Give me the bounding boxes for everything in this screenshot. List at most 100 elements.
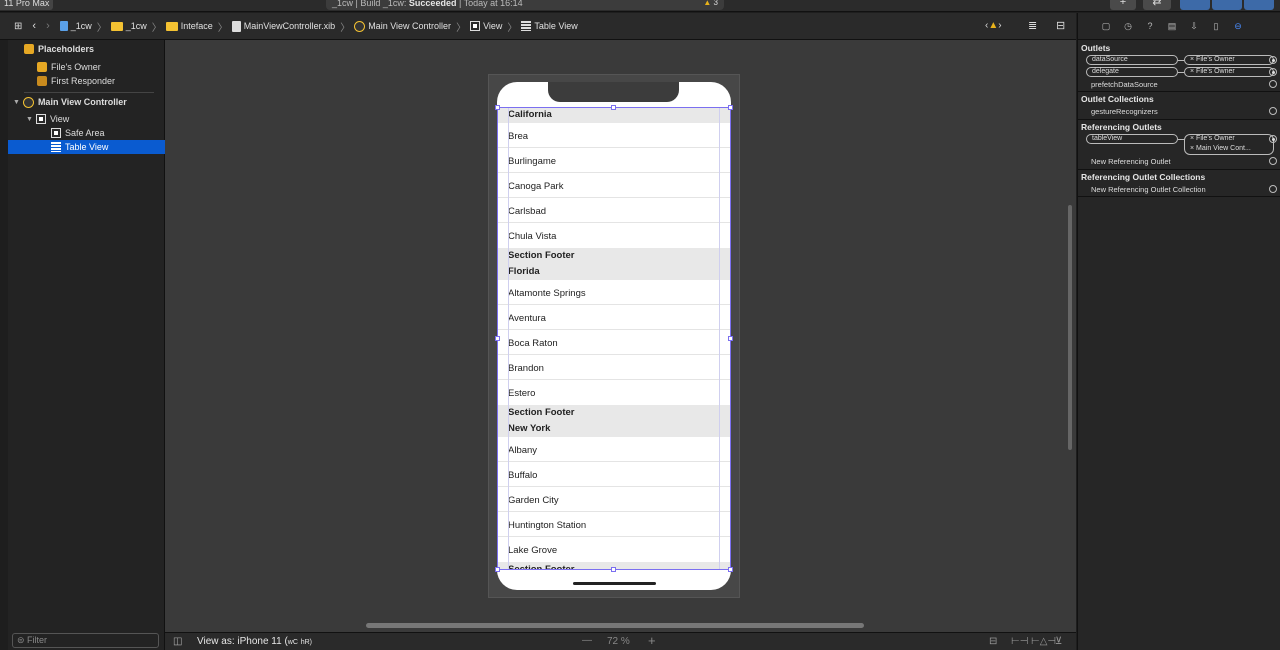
outline-main-view-controller[interactable]: ▼ Main View Controller [8, 95, 165, 109]
section-divider [1078, 91, 1280, 92]
crumb-project[interactable]: _1cw [59, 21, 92, 31]
disclosure-icon[interactable]: ▼ [13, 99, 20, 106]
resize-handle[interactable] [495, 567, 500, 572]
quick-help-icon[interactable]: ? [1144, 20, 1156, 32]
new-referencing-outlet-collection: New Referencing Outlet Collection [1091, 185, 1206, 194]
view-icon [470, 21, 481, 31]
outline-filter-field[interactable]: ⊜ Filter [12, 633, 159, 648]
outlet-delegate[interactable]: delegate [1086, 67, 1178, 77]
warning-count: 3 [713, 0, 718, 7]
file-inspector-icon[interactable]: ▢ [1100, 20, 1112, 32]
inspector-toggle-button[interactable] [1244, 0, 1274, 10]
outline-view[interactable]: ▼ View [8, 112, 165, 126]
assistant-editor-icon[interactable]: ⊟ [1056, 19, 1065, 32]
history-icon[interactable]: ◷ [1122, 20, 1134, 32]
connected-files-owner[interactable]: × File's Owner [1184, 67, 1274, 77]
outlet-connect-circle[interactable] [1269, 185, 1277, 193]
connected-files-owner[interactable]: × File's Owner [1184, 55, 1274, 65]
resize-handle[interactable] [611, 567, 616, 572]
crumb-tableview[interactable]: Table View [521, 21, 578, 31]
connection-target: Main View Cont... [1196, 145, 1251, 152]
grid-icon[interactable]: ⊞ [14, 21, 22, 32]
connections-inspector-icon[interactable]: ⊖ [1232, 20, 1244, 32]
outline-files-owner[interactable]: File's Owner [8, 60, 165, 74]
crumb-folder[interactable]: Inteface [165, 21, 213, 31]
crumb-label: Table View [534, 21, 578, 31]
crumb-label: Main View Controller [368, 21, 452, 31]
crumb-group[interactable]: _1cw [110, 21, 147, 31]
filter-placeholder: Filter [27, 635, 48, 645]
resize-handle[interactable] [495, 336, 500, 341]
resize-handle[interactable] [728, 105, 733, 110]
attributes-inspector-icon[interactable]: ⇩ [1188, 20, 1200, 32]
crumb-view[interactable]: View [470, 21, 502, 31]
identity-inspector-icon[interactable]: ▤ [1166, 20, 1178, 32]
outlet-connected-indicator[interactable] [1269, 56, 1277, 64]
disclosure-icon[interactable]: ▼ [26, 116, 33, 123]
width-class-label: wC [287, 639, 298, 646]
folder-icon [110, 21, 123, 31]
resolve-icon[interactable]: ⊢△⊣ [1031, 636, 1056, 647]
referencing-tableview[interactable]: tableView [1086, 134, 1178, 144]
pin-icon[interactable]: ⊢⊣ [1011, 636, 1028, 647]
warning-indicator[interactable]: ▲ 3 [703, 0, 718, 10]
resize-handle[interactable] [728, 567, 733, 572]
view-controller-icon [22, 96, 34, 108]
view-as-button[interactable]: View as: iPhone 11 (wC hR) [197, 636, 312, 647]
connection-target: File's Owner [1196, 135, 1235, 142]
canvas-horizontal-scrollbar[interactable] [366, 623, 864, 628]
library-button[interactable]: + [1110, 0, 1136, 10]
outlet-connect-circle[interactable] [1269, 80, 1277, 88]
activity-status: _1cw | Build _1cw: Succeeded | Today at … [326, 0, 724, 10]
outlets-heading: Outlets [1081, 43, 1111, 53]
outlet-connect-circle[interactable] [1269, 157, 1277, 165]
disconnect-icon[interactable]: × [1190, 135, 1194, 142]
outlet-connect-circle[interactable] [1269, 107, 1277, 115]
disconnect-icon[interactable]: × [1190, 68, 1194, 75]
size-inspector-icon[interactable]: ▯ [1210, 20, 1222, 32]
home-indicator [573, 582, 656, 585]
outlet-connected-indicator[interactable] [1269, 135, 1277, 143]
outline-first-responder[interactable]: First Responder [8, 74, 165, 88]
view-icon [35, 114, 46, 124]
disconnect-icon[interactable]: × [1190, 56, 1194, 63]
scheme-selector[interactable]: 11 Pro Max [0, 0, 54, 10]
new-referencing-outlet: New Referencing Outlet [1091, 157, 1171, 166]
resize-handle[interactable] [611, 105, 616, 110]
warning-icon: ▲ [703, 0, 712, 7]
outline-table-view[interactable]: Table View [8, 140, 165, 154]
outline-label: Main View Controller [37, 97, 127, 107]
swap-button[interactable]: ⇄ [1143, 0, 1171, 10]
outline-label: File's Owner [51, 62, 101, 72]
outline-safe-area[interactable]: Safe Area [8, 126, 165, 140]
prev-issue-icon[interactable]: ‹▲› [985, 20, 1002, 31]
outlet-datasource[interactable]: dataSource [1086, 55, 1178, 65]
connected-files-owner[interactable]: × File's Owner [1190, 135, 1273, 143]
resize-handle[interactable] [495, 105, 500, 110]
related-items-icon[interactable]: ≣ [1028, 19, 1037, 32]
connected-main-view-controller[interactable]: × Main View Cont... [1190, 145, 1273, 153]
outline-placeholders[interactable]: Placeholders [8, 42, 165, 56]
crumb-label: View [483, 21, 503, 31]
outlet-collections-heading: Outlet Collections [1081, 94, 1154, 104]
referencing-outlet-collections-heading: Referencing Outlet Collections [1081, 172, 1206, 182]
folder-icon [165, 21, 178, 31]
canvas-vertical-scrollbar[interactable] [1068, 205, 1072, 450]
outline-toggle-icon[interactable]: ◫ [173, 636, 182, 647]
resize-handle[interactable] [728, 336, 733, 341]
align-icon[interactable]: ⊟ [989, 636, 997, 647]
crumb-file[interactable]: MainViewController.xib [231, 20, 335, 32]
crumb-label: _1cw [70, 21, 92, 31]
embed-icon[interactable]: ⊻ [1055, 636, 1062, 647]
back-icon[interactable]: ‹ [32, 20, 36, 32]
debug-toggle-button[interactable] [1212, 0, 1242, 10]
disconnect-icon[interactable]: × [1190, 145, 1194, 152]
crumb-controller[interactable]: Main View Controller [354, 20, 452, 32]
outline-divider [24, 92, 154, 93]
zoom-in-button[interactable]: + [648, 633, 656, 648]
navigator-toggle-button[interactable] [1180, 0, 1210, 10]
zoom-out-button[interactable]: — [582, 635, 592, 646]
outlet-connected-indicator[interactable] [1269, 68, 1277, 76]
forward-icon[interactable]: › [46, 20, 50, 32]
selection-outline [497, 107, 731, 570]
